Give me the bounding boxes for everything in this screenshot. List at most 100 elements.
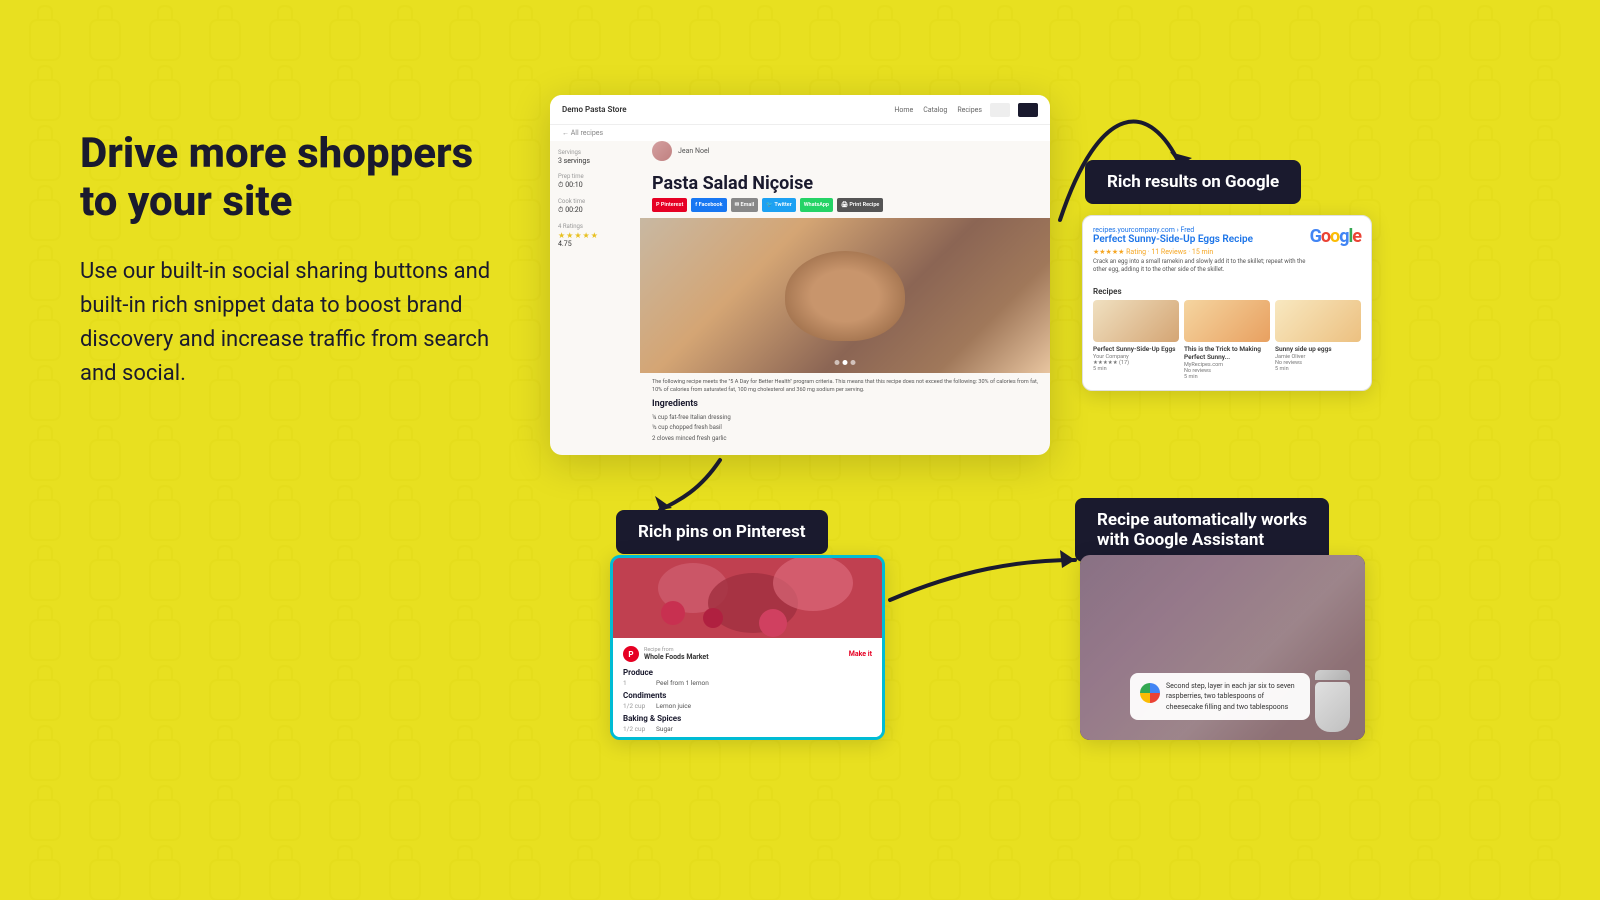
baking-item: Sugar (656, 725, 673, 733)
recipe-description: The following recipe meets the "5 A Day … (640, 373, 1050, 451)
nav-link-recipes: Recipes (957, 106, 982, 114)
google-recipe-img-2 (1184, 300, 1270, 342)
google-card-header: recipes.yourcompany.com › Fred Perfect S… (1093, 226, 1361, 281)
produce-qty: 1 (623, 679, 648, 687)
assistant-text-bubble: Second step, layer in each jar six to se… (1130, 673, 1310, 721)
baking-qty: 1/2 cup (623, 725, 648, 733)
google-assistant-badge: Recipe automatically works with Google A… (1075, 498, 1329, 562)
baking-title: Baking & Spices (623, 714, 872, 723)
recipe-nav-bar: Demo Pasta Store Home Catalog Recipes (550, 95, 1050, 125)
condiment-qty: 1/2 cup (623, 702, 648, 710)
prep-value: ⏱ 00:10 (558, 181, 632, 190)
pinterest-rich-pins-badge: Rich pins on Pinterest (616, 510, 828, 554)
facebook-share-button[interactable]: f Facebook (691, 198, 726, 212)
recipe-content-area: Servings 3 servings Prep time ⏱ 00:10 Co… (550, 141, 1050, 451)
image-carousel-dots (835, 360, 856, 365)
nav-search-box (990, 103, 1010, 117)
google-recipe-img-1 (1093, 300, 1179, 342)
ingredients-title: Ingredients (652, 398, 1038, 411)
google-recipes-section-label: Recipes (1093, 287, 1361, 296)
google-recipe-name-3: Sunny side up eggs (1275, 345, 1361, 353)
page-headline: Drive more shoppers to your site (80, 130, 520, 227)
recipe-ratings: 4 Ratings ★★★★★ 4.75 (558, 223, 632, 248)
recipe-title: Pasta Salad Niçoise (640, 165, 1050, 198)
carousel-dot (835, 360, 840, 365)
pinterest-card-header: P Recipe from Whole Foods Market Make it (623, 646, 872, 662)
servings-value: 3 servings (558, 157, 632, 165)
pinterest-rich-pin-card: P Recipe from Whole Foods Market Make it… (610, 555, 885, 740)
google-url: recipes.yourcompany.com › Fred (1093, 226, 1310, 234)
produce-section-title: Produce (623, 668, 872, 677)
assistant-card-background: Second step, layer in each jar six to se… (1080, 555, 1365, 740)
google-recipe-name-1: Perfect Sunny-Side-Up Eggs (1093, 345, 1179, 353)
recipe-servings: Servings 3 servings (558, 149, 632, 165)
assistant-icon-row: Second step, layer in each jar six to se… (1140, 681, 1300, 713)
google-recipe-time-1: 5 min (1093, 366, 1179, 372)
device-top (1315, 670, 1350, 680)
google-home-device (1315, 670, 1350, 725)
google-recipe-item-2: This is the Trick to Making Perfect Sunn… (1184, 300, 1270, 380)
ingredient-2: ½ cup chopped fresh basil (652, 424, 1038, 432)
recipe-stars: ★★★★★ (558, 231, 632, 240)
produce-item: Peel from 1 lemon (656, 679, 709, 687)
condiment-item: Lemon juice (656, 702, 691, 710)
twitter-share-button[interactable]: 🐦 Twitter (762, 198, 795, 212)
recipe-breadcrumb: ← All recipes (550, 125, 1050, 141)
author-avatar (652, 141, 672, 161)
recipe-nav-links: Home Catalog Recipes (894, 106, 982, 114)
pinterest-condiments-section: Condiments 1/2 cup Lemon juice (623, 691, 872, 710)
google-recipe-time-2: 5 min (1184, 374, 1270, 380)
whatsapp-share-button[interactable]: WhatsApp (800, 198, 833, 212)
assistant-spoken-text: Second step, layer in each jar six to se… (1166, 681, 1300, 713)
pinterest-p-icon: P (623, 646, 639, 662)
google-rich-results-badge: Rich results on Google (1085, 160, 1301, 204)
nav-cart-box (1018, 103, 1038, 117)
recipe-author-row: Jean Noel (640, 141, 1050, 165)
servings-label: Servings (558, 149, 632, 156)
pinterest-share-button[interactable]: P Pinterest (652, 198, 687, 212)
google-description: Crack an egg into a small ramekin and sl… (1093, 258, 1310, 275)
ingredient-3: 2 cloves minced fresh garlic (652, 435, 1038, 443)
pinterest-baking-section: Baking & Spices 1/2 cup Sugar (623, 714, 872, 733)
email-share-button[interactable]: ✉ Email (731, 198, 759, 212)
pinterest-recipe-source: P Recipe from Whole Foods Market (623, 646, 709, 662)
google-recipe-img-3 (1275, 300, 1361, 342)
google-recipe-name-2: This is the Trick to Making Perfect Sunn… (1184, 345, 1270, 361)
google-card-left: recipes.yourcompany.com › Fred Perfect S… (1093, 226, 1310, 281)
baking-item-1: 1/2 cup Sugar (623, 725, 872, 733)
cook-value: ⏱ 00:20 (558, 206, 632, 215)
print-button[interactable]: 🖨 Print Recipe (837, 198, 883, 212)
google-recipe-cards-row: Perfect Sunny-Side-Up Eggs Your Company … (1093, 300, 1361, 380)
recipe-screenshot-card: Demo Pasta Store Home Catalog Recipes ← … (550, 95, 1050, 455)
nav-link-home: Home (894, 106, 913, 114)
recipe-sidebar: Servings 3 servings Prep time ⏱ 00:10 Co… (550, 141, 640, 451)
page-body-text: Use our built-in social sharing buttons … (80, 255, 520, 391)
pinterest-logo-bar: Pinterest (623, 737, 872, 740)
google-recipe-item-1: Perfect Sunny-Side-Up Eggs Your Company … (1093, 300, 1179, 380)
device-body (1315, 682, 1350, 732)
recipe-from-source: Whole Foods Market (644, 653, 709, 661)
pinterest-wordmark: Pinterest (816, 737, 872, 740)
pinterest-make-it-button[interactable]: Make it (849, 650, 872, 658)
google-logo: Google (1310, 226, 1361, 247)
rating-value: 4.75 (558, 240, 632, 248)
nav-link-catalog: Catalog (923, 106, 947, 114)
recipe-image (640, 218, 1050, 373)
google-search-card: recipes.yourcompany.com › Fred Perfect S… (1082, 215, 1372, 391)
recipe-site-logo: Demo Pasta Store (562, 105, 886, 114)
google-assistant-icon (1140, 683, 1160, 703)
cook-label: Cook time (558, 198, 632, 205)
left-content-section: Drive more shoppers to your site Use our… (80, 130, 520, 391)
author-name: Jean Noel (678, 147, 709, 155)
pinterest-produce-section: Produce 1 Peel from 1 lemon (623, 668, 872, 687)
recipe-main-content: Jean Noel Pasta Salad Niçoise P Pinteres… (640, 141, 1050, 451)
social-share-bar: P Pinterest f Facebook ✉ Email 🐦 Twitter… (640, 198, 1050, 218)
recipe-prep-time: Prep time ⏱ 00:10 (558, 173, 632, 190)
condiments-title: Condiments (623, 691, 872, 700)
pinterest-card-image (613, 558, 882, 638)
ratings-label: 4 Ratings (558, 223, 632, 230)
google-assistant-card: Second step, layer in each jar six to se… (1080, 555, 1365, 740)
google-recipe-time-3: 5 min (1275, 366, 1361, 372)
carousel-dot (851, 360, 856, 365)
pinterest-source-info: Recipe from Whole Foods Market (644, 647, 709, 661)
